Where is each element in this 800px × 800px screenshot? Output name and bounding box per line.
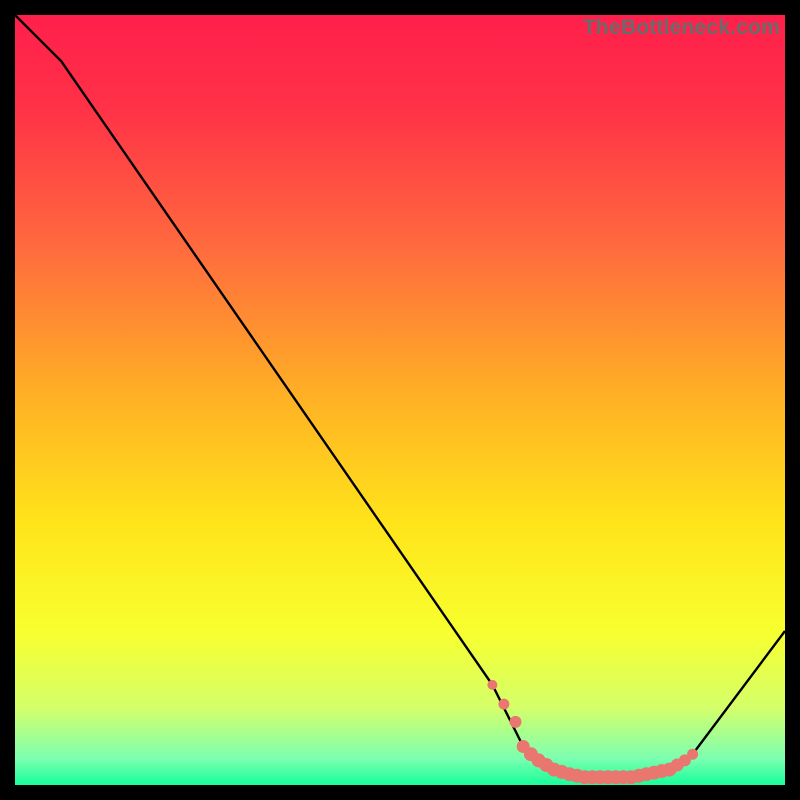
curve-marker bbox=[498, 699, 509, 710]
chart-background bbox=[15, 15, 785, 785]
curve-marker bbox=[510, 716, 522, 728]
curve-marker bbox=[487, 680, 497, 690]
watermark-text: TheBottleneck.com bbox=[583, 16, 780, 40]
bottleneck-chart bbox=[15, 15, 785, 785]
curve-marker bbox=[687, 749, 698, 760]
